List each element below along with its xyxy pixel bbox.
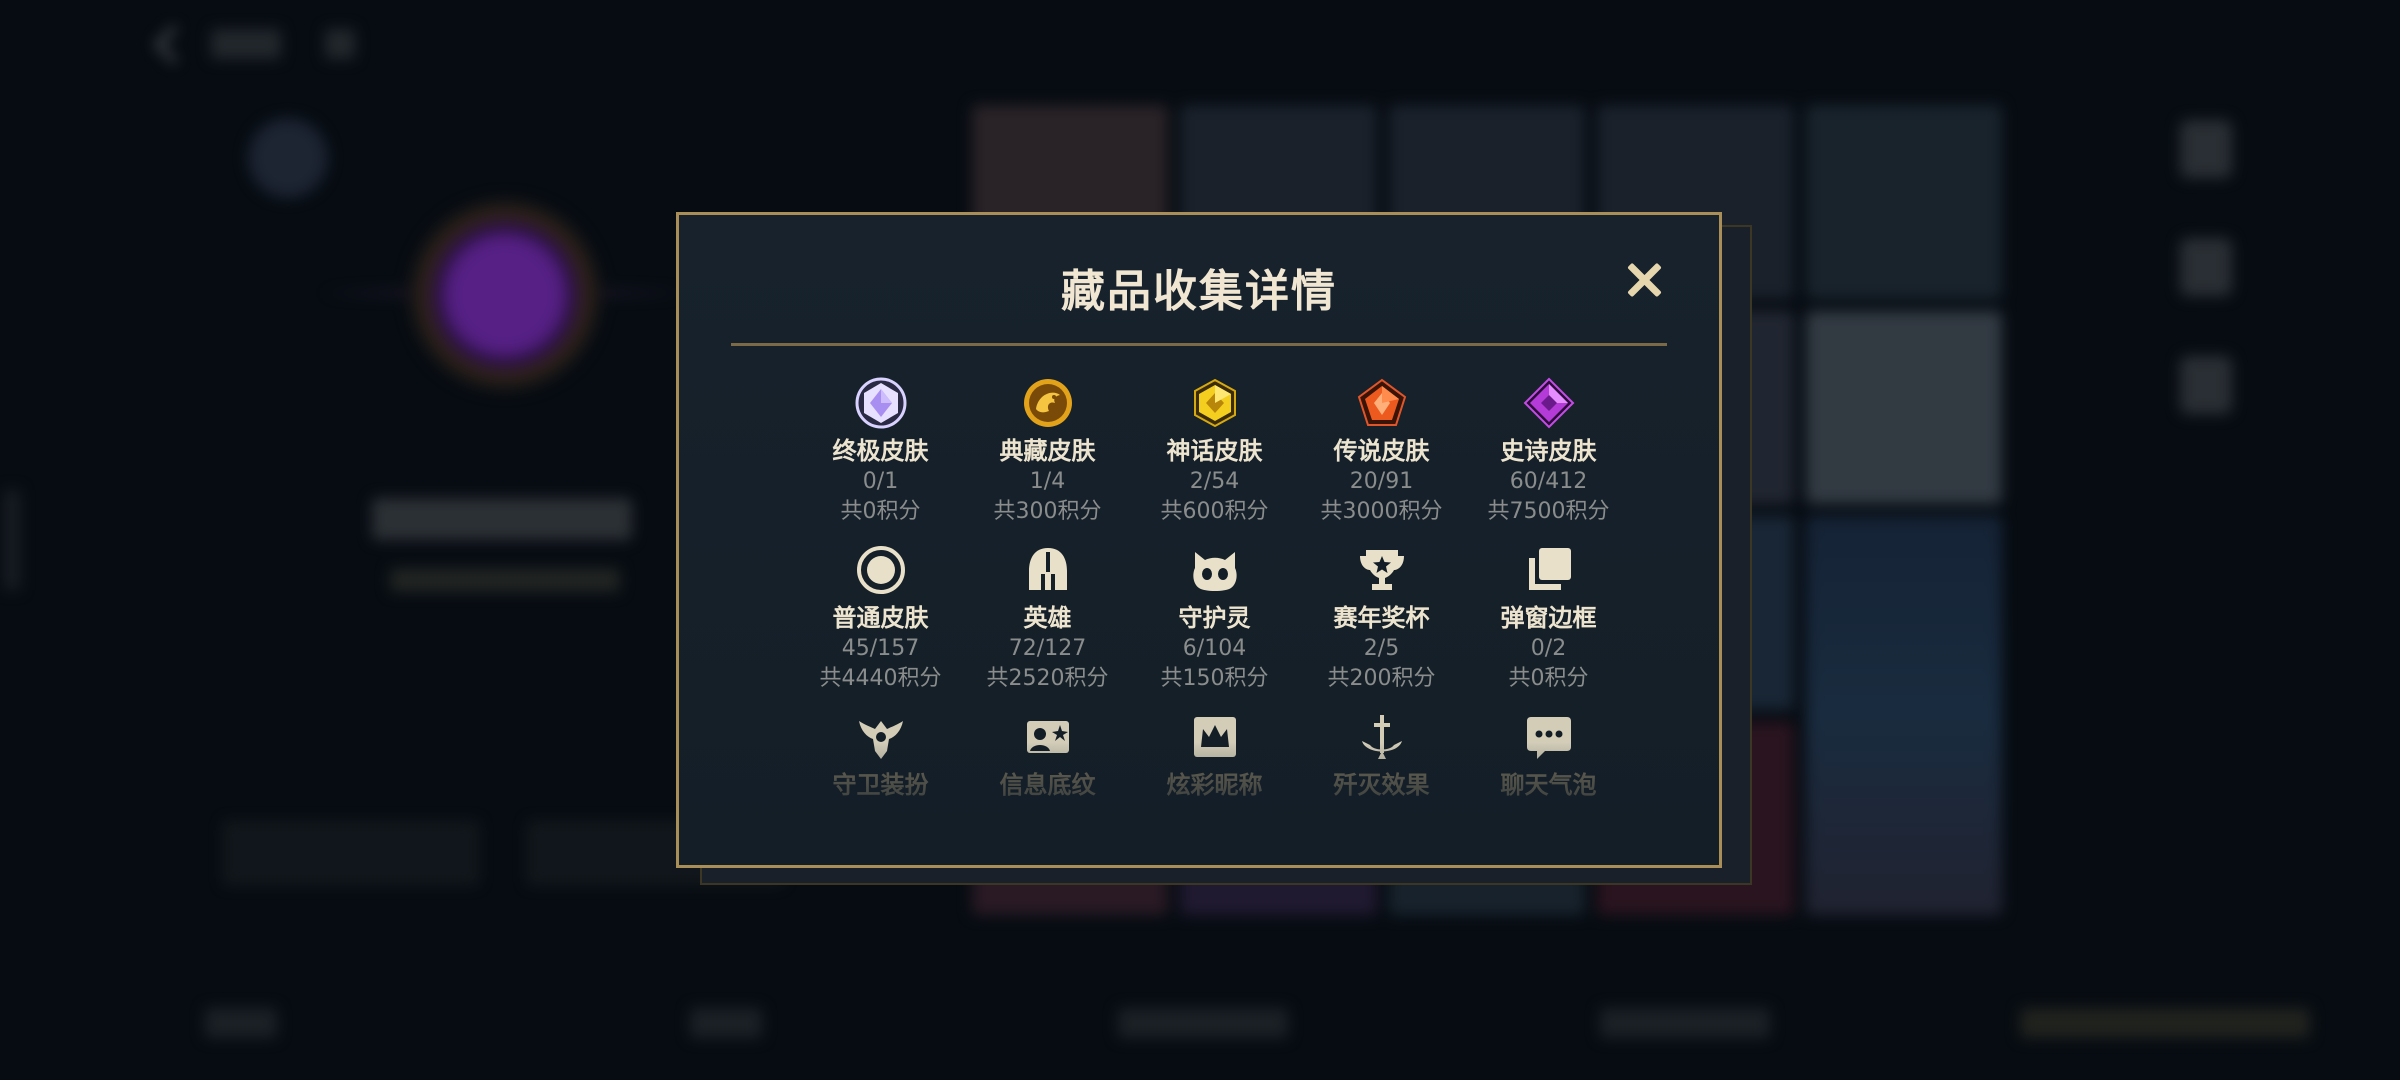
item-points: 共200积分 <box>1327 666 1436 691</box>
collection-item-ultimate-skin: 终极皮肤 0/1 共0积分 <box>797 375 964 542</box>
item-points: 共150积分 <box>1160 666 1269 691</box>
collection-row: 守卫装扮 信息底纹 炫彩昵称 歼灭效果 聊天气泡 <box>797 709 1632 801</box>
item-label: 弹窗边框 <box>1500 604 1597 632</box>
item-count: 0/1 <box>862 469 899 494</box>
colorful-nickname-icon <box>1187 709 1243 765</box>
collection-item-colorful-nickname: 炫彩昵称 <box>1131 709 1298 801</box>
collection-item-kill-effect: 歼灭效果 <box>1298 709 1465 801</box>
collection-details-dialog: 藏品收集详情 终极皮肤 0/1 共0积分 典藏皮肤 1/4 共300积分 神话皮… <box>676 212 1722 868</box>
item-count: 6/104 <box>1182 636 1247 661</box>
item-count: 0/2 <box>1530 636 1567 661</box>
close-icon[interactable] <box>1621 257 1667 303</box>
profile-banner-icon <box>1020 709 1076 765</box>
item-count: 1/4 <box>1029 469 1066 494</box>
item-label: 英雄 <box>1023 604 1072 632</box>
collection-item-chat-bubble: 聊天气泡 <box>1465 709 1632 801</box>
item-points: 共3000积分 <box>1320 499 1443 524</box>
guardian-spirit-icon <box>1187 542 1243 598</box>
item-count: 20/91 <box>1349 469 1414 494</box>
item-label: 守护灵 <box>1178 604 1251 632</box>
title-divider <box>731 343 1667 346</box>
treasured-skin-dragon-icon <box>1020 375 1076 431</box>
item-label: 炫彩昵称 <box>1166 771 1263 799</box>
item-label: 歼灭效果 <box>1333 771 1430 799</box>
item-label: 信息底纹 <box>999 771 1096 799</box>
item-points: 共300积分 <box>993 499 1102 524</box>
popup-frame-icon <box>1521 542 1577 598</box>
item-label: 神话皮肤 <box>1166 437 1263 465</box>
item-points: 共7500积分 <box>1487 499 1610 524</box>
item-count: 60/412 <box>1509 469 1588 494</box>
dialog-title: 藏品收集详情 <box>1061 266 1337 317</box>
collection-item-legendary-skin: 传说皮肤 20/91 共3000积分 <box>1298 375 1465 542</box>
kill-effect-icon <box>1354 709 1410 765</box>
item-points: 共2520积分 <box>986 666 1109 691</box>
collection-item-treasured-skin: 典藏皮肤 1/4 共300积分 <box>964 375 1131 542</box>
collection-row: 普通皮肤 45/157 共4440积分 英雄 72/127 共2520积分 守护… <box>797 542 1632 709</box>
item-label: 聊天气泡 <box>1500 771 1597 799</box>
item-count: 72/127 <box>1008 636 1087 661</box>
item-count: 45/157 <box>841 636 920 661</box>
epic-skin-gem-icon <box>1521 375 1577 431</box>
champion-helmet-icon <box>1020 542 1076 598</box>
collection-grid: 终极皮肤 0/1 共0积分 典藏皮肤 1/4 共300积分 神话皮肤 2/54 … <box>797 375 1632 801</box>
item-points: 共0积分 <box>1508 666 1589 691</box>
chat-bubble-icon <box>1521 709 1577 765</box>
item-points: 共0积分 <box>840 499 921 524</box>
collection-item-guardian: 守护灵 6/104 共150积分 <box>1131 542 1298 709</box>
item-points: 共600积分 <box>1160 499 1269 524</box>
collection-item-normal-skin: 普通皮肤 45/157 共4440积分 <box>797 542 964 709</box>
collection-row: 终极皮肤 0/1 共0积分 典藏皮肤 1/4 共300积分 神话皮肤 2/54 … <box>797 375 1632 542</box>
ultimate-skin-gem-icon <box>853 375 909 431</box>
collection-item-mythic-skin: 神话皮肤 2/54 共600积分 <box>1131 375 1298 542</box>
ward-skin-icon <box>853 709 909 765</box>
collection-item-profile-banner: 信息底纹 <box>964 709 1131 801</box>
item-label: 终极皮肤 <box>832 437 929 465</box>
item-label: 守卫装扮 <box>832 771 929 799</box>
item-points: 共4440积分 <box>819 666 942 691</box>
normal-skin-ring-icon <box>853 542 909 598</box>
item-label: 史诗皮肤 <box>1500 437 1597 465</box>
collection-item-epic-skin: 史诗皮肤 60/412 共7500积分 <box>1465 375 1632 542</box>
legendary-skin-gem-icon <box>1354 375 1410 431</box>
item-label: 传说皮肤 <box>1333 437 1430 465</box>
item-label: 典藏皮肤 <box>999 437 1096 465</box>
mythic-skin-gem-icon <box>1187 375 1243 431</box>
item-count: 2/54 <box>1189 469 1240 494</box>
collection-item-ward-skin: 守卫装扮 <box>797 709 964 801</box>
collection-item-popup-frame: 弹窗边框 0/2 共0积分 <box>1465 542 1632 709</box>
item-label: 普通皮肤 <box>832 604 929 632</box>
collection-item-champion: 英雄 72/127 共2520积分 <box>964 542 1131 709</box>
item-label: 赛年奖杯 <box>1333 604 1430 632</box>
collection-item-season-trophy: 赛年奖杯 2/5 共200积分 <box>1298 542 1465 709</box>
item-count: 2/5 <box>1363 636 1400 661</box>
season-trophy-icon <box>1354 542 1410 598</box>
